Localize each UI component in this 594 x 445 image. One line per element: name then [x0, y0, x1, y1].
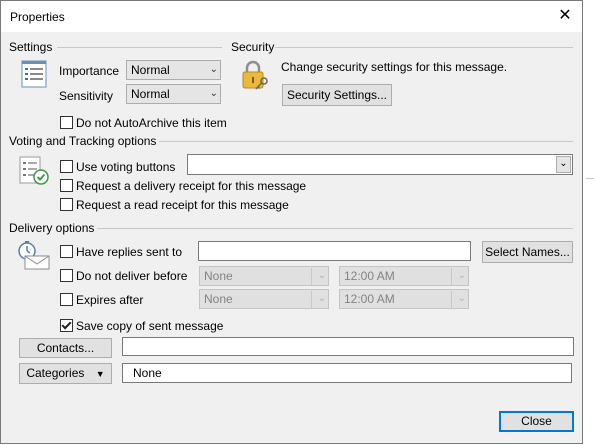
delivery-separator [97, 228, 573, 229]
security-separator [275, 47, 573, 48]
chevron-down-icon: ⌄ [457, 270, 466, 281]
security-description: Change security settings for this messag… [281, 60, 508, 74]
importance-value: Normal [131, 63, 170, 77]
expires-after-label: Expires after [76, 293, 144, 307]
do-not-deliver-date-value: None [204, 269, 233, 283]
security-settings-button[interactable]: Security Settings... [282, 84, 392, 106]
do-not-deliver-time-select[interactable]: 12:00 AM ⌄ [339, 266, 469, 286]
settings-section-label: Settings [9, 40, 53, 54]
title-bar [1, 1, 582, 32]
properties-dialog: Properties ✕ Settings Importance Normal … [0, 0, 583, 444]
chevron-down-icon: ⌄ [209, 88, 218, 99]
select-names-button[interactable]: Select Names... [482, 241, 573, 263]
security-section-label: Security [231, 40, 275, 54]
categories-button[interactable]: Categories ▼ [19, 363, 112, 384]
chevron-down-icon: ⌄ [317, 270, 326, 281]
dropdown-divider [451, 268, 452, 286]
do-not-deliver-label: Do not deliver before [76, 269, 188, 283]
expires-date-value: None [204, 292, 233, 306]
close-icon[interactable]: ✕ [551, 3, 579, 29]
have-replies-checkbox[interactable] [60, 245, 73, 258]
do-not-deliver-date-select[interactable]: None ⌄ [199, 266, 329, 286]
sensitivity-label: Sensitivity [59, 89, 114, 103]
importance-label: Importance [59, 64, 120, 78]
read-receipt-label: Request a read receipt for this message [76, 198, 289, 212]
replies-to-input[interactable] [198, 241, 471, 261]
chevron-down-icon: ⌄ [317, 293, 326, 304]
dropdown-divider [451, 291, 452, 309]
expires-time-select[interactable]: 12:00 AM ⌄ [339, 289, 469, 309]
voting-buttons-combo[interactable]: ⌄ [187, 154, 573, 175]
have-replies-label: Have replies sent to [76, 245, 183, 259]
delivery-receipt-checkbox[interactable] [60, 179, 73, 192]
save-copy-checkbox[interactable] [60, 319, 73, 332]
chevron-down-icon[interactable]: ⌄ [556, 156, 571, 173]
sensitivity-select[interactable]: Normal ⌄ [126, 84, 221, 104]
close-button[interactable]: Close [499, 411, 574, 432]
importance-select[interactable]: Normal ⌄ [126, 60, 221, 80]
delivery-timer-icon [17, 241, 51, 271]
voting-separator [159, 141, 573, 142]
dropdown-divider [311, 291, 312, 309]
expires-after-checkbox[interactable] [60, 293, 73, 306]
settings-list-icon [21, 60, 47, 88]
window-title: Properties [10, 10, 65, 24]
contacts-input[interactable] [122, 337, 574, 356]
autoarchive-label: Do not AutoArchive this item [76, 116, 227, 130]
chevron-down-icon: ⌄ [209, 64, 218, 75]
chevron-down-icon: ⌄ [457, 293, 466, 304]
do-not-deliver-checkbox[interactable] [60, 269, 73, 282]
caret-down-icon: ▼ [95, 369, 105, 379]
autoarchive-checkbox[interactable] [60, 116, 73, 129]
padlock-key-icon [239, 59, 271, 91]
categories-button-label: Categories [26, 366, 85, 380]
settings-separator [57, 47, 222, 48]
voting-section-label: Voting and Tracking options [9, 134, 157, 148]
do-not-deliver-time-value: 12:00 AM [344, 269, 395, 283]
categories-value[interactable]: None [122, 363, 572, 383]
expires-date-select[interactable]: None ⌄ [199, 289, 329, 309]
expires-time-value: 12:00 AM [344, 292, 395, 306]
use-voting-checkbox[interactable] [60, 160, 73, 173]
read-receipt-checkbox[interactable] [60, 198, 73, 211]
delivery-receipt-label: Request a delivery receipt for this mess… [76, 179, 307, 193]
delivery-section-label: Delivery options [9, 221, 95, 235]
sensitivity-value: Normal [131, 87, 170, 101]
background-window-edge [584, 0, 594, 445]
contacts-button[interactable]: Contacts... [19, 338, 112, 358]
voting-checklist-icon [18, 156, 50, 186]
use-voting-label: Use voting buttons [76, 160, 176, 174]
dropdown-divider [311, 268, 312, 286]
save-copy-label: Save copy of sent message [76, 319, 224, 333]
